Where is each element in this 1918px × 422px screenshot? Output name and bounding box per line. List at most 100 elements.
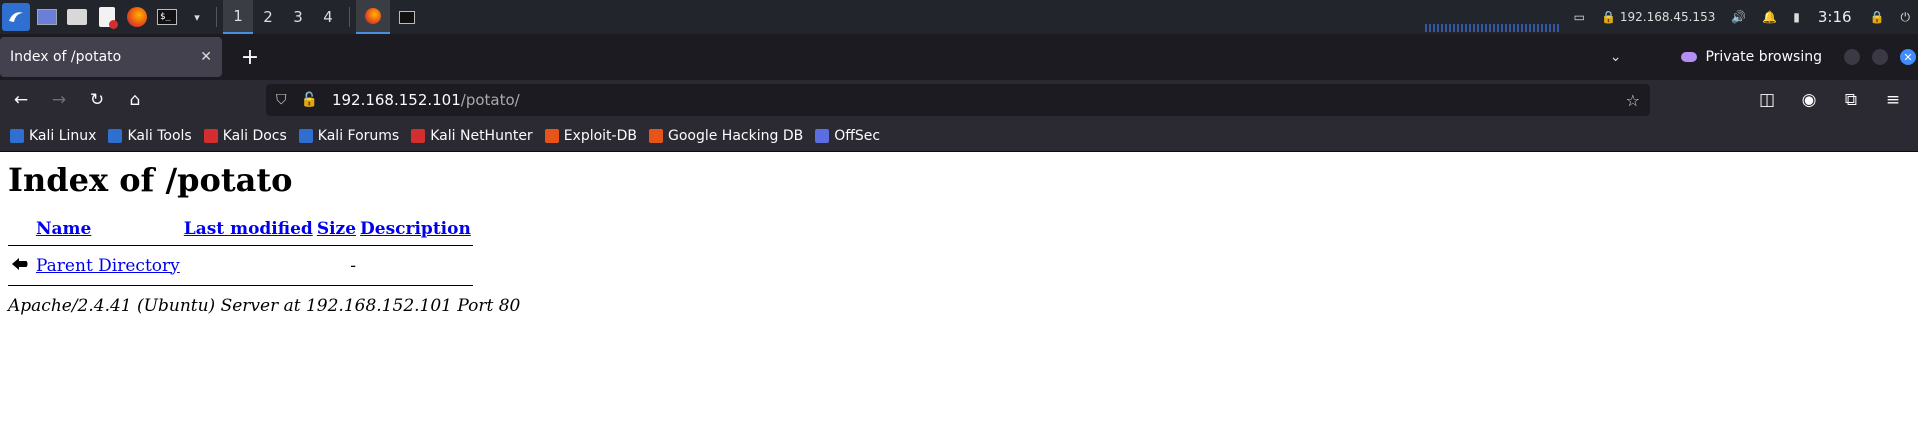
taskbar-firefox-icon[interactable] [356,0,390,34]
lock-screen-icon[interactable]: 🔒 [1870,10,1885,24]
battery-icon[interactable]: ▮ [1793,10,1800,24]
workspace-4[interactable]: 4 [313,0,343,34]
terminal-launcher-icon[interactable]: $_ [154,4,180,30]
description-column-header: Description [358,217,473,241]
back-folder-icon [8,250,34,281]
text-editor-icon[interactable] [94,4,120,30]
tab-strip: Index of /potato ✕ + ⌄ Private browsing … [0,34,1918,80]
private-browsing-indicator: Private browsing [1681,49,1822,65]
shield-icon[interactable]: ⛉ [276,92,287,108]
icon-column-header [8,217,34,241]
private-mask-icon [1681,52,1698,62]
taskbar-terminal-icon[interactable] [390,0,424,34]
workspace-3[interactable]: 3 [283,0,313,34]
reload-icon[interactable]: ↻ [80,83,114,117]
private-browsing-label: Private browsing [1705,49,1822,65]
panel-separator [349,7,350,27]
network-indicator[interactable]: 🔒 192.168.45.153 [1601,10,1715,24]
last-modified-column-header: Last modified [182,217,315,241]
url-host: 192.168.152.101 [331,91,461,109]
clock[interactable]: 3:16 [1818,8,1852,26]
bookmark-label: Kali NetHunter [430,127,533,144]
navigation-toolbar: ← → ↻ ⌂ ⛉ 🔓 192.168.152.101/potato/ ☆ ◫ … [0,80,1918,120]
bookmark-exploit-db[interactable]: Exploit-DB [544,127,637,144]
sort-by-size-link[interactable]: Size [317,219,356,239]
forward-arrow-icon[interactable]: → [42,83,76,117]
close-window-button[interactable]: ✕ [1900,49,1916,65]
connection-lock-icon[interactable]: 🔓 [301,92,318,108]
url-bar[interactable]: ⛉ 🔓 192.168.152.101/potato/ ☆ [266,84,1650,116]
bookmark-label: Exploit-DB [563,127,637,144]
bookmark-offsec[interactable]: OffSec [815,128,880,144]
table-divider-row [8,241,473,250]
volume-icon[interactable]: 🔊 [1731,10,1746,24]
kali-menu-icon[interactable] [2,3,30,31]
tab-title: Index of /potato [10,49,122,65]
show-desktop-icon[interactable] [34,4,60,30]
bookmark-kali-linux[interactable]: Kali Linux [10,128,96,144]
sort-by-name-link[interactable]: Name [36,219,91,239]
bookmark-star-icon[interactable]: ☆ [1626,91,1640,110]
new-tab-plus-icon[interactable]: + [236,45,264,70]
power-icon[interactable]: ⏻ [1901,10,1911,25]
name-column-header: Name [34,217,182,241]
list-all-tabs-chevron-icon[interactable]: ⌄ [1610,49,1622,65]
bookmarks-toolbar: Kali Linux Kali Tools Kali Docs Kali For… [0,120,1918,152]
bookmark-label: OffSec [834,127,881,144]
bookmark-kali-forums[interactable]: Kali Forums [298,127,400,144]
kali-tools-icon [108,128,123,143]
table-header-row: Name Last modified Size Description [8,217,473,241]
google-hacking-db-icon [648,128,663,143]
bookmark-label: Kali Forums [317,127,400,144]
minimize-button[interactable] [1844,49,1860,65]
panel-separator [216,7,217,27]
row-name-cell: Parent Directory [34,250,182,281]
row-description-cell [358,250,473,281]
tab-close-icon[interactable]: ✕ [200,49,212,65]
offsec-icon [815,128,830,143]
firefox-launcher-icon[interactable] [124,4,150,30]
workspace-2[interactable]: 2 [253,0,283,34]
url-path: /potato/ [460,91,520,109]
bookmark-kali-docs[interactable]: Kali Docs [203,127,287,144]
bookmark-google-hacking-db[interactable]: Google Hacking DB [648,127,804,144]
server-signature: Apache/2.4.41 (Ubuntu) Server at 192.168… [8,296,521,316]
home-icon[interactable]: ⌂ [118,83,152,117]
back-arrow-icon[interactable]: ← [4,83,38,117]
page-content: Index of /potato Name Last modified Size… [0,153,1918,422]
notification-bell-icon[interactable]: 🔔 [1762,10,1777,24]
pocket-icon[interactable]: ◫ [1750,83,1784,117]
bookmark-kali-nethunter[interactable]: Kali NetHunter [411,127,533,144]
kali-docs-icon [203,128,218,143]
table-divider [8,285,473,286]
table-row: Parent Directory - [8,250,473,281]
kali-linux-icon [10,128,24,143]
bookmark-label: Google Hacking DB [667,127,804,144]
table-divider [8,245,473,246]
account-icon[interactable]: ◉ [1792,83,1826,117]
kali-nethunter-icon [411,128,426,143]
sort-by-description-link[interactable]: Description [360,219,471,239]
hamburger-menu-icon[interactable]: ≡ [1876,83,1910,117]
row-last-modified-cell [182,250,315,281]
bookmark-label: Kali Linux [29,127,97,144]
directory-listing-table: Name Last modified Size Description Pare… [8,217,473,290]
bookmark-label: Kali Docs [222,127,287,144]
size-column-header: Size [315,217,358,241]
network-address: 192.168.45.153 [1619,10,1716,24]
vpn-lock-icon: 🔒 [1600,10,1616,24]
tab-index-of-potato[interactable]: Index of /potato ✕ [0,37,222,77]
maximize-button[interactable] [1872,49,1888,65]
sort-by-last-modified-link[interactable]: Last modified [184,219,313,239]
parent-directory-link[interactable]: Parent Directory [36,256,180,276]
launcher-chevron-down-icon[interactable]: ▾ [184,4,210,30]
table-divider-row [8,281,473,290]
extensions-icon[interactable]: ⧉ [1834,83,1868,117]
workspace-1[interactable]: 1 [223,0,253,34]
row-size-cell: - [350,255,357,276]
display-icon[interactable]: ▭ [1574,10,1585,24]
bookmark-label: Kali Tools [127,127,192,144]
file-manager-icon[interactable] [64,4,90,30]
desktop-panel: $_ ▾ 1 2 3 4 ▭ 🔒 192.168.45.153 🔊 🔔 ▮ 3:… [0,0,1918,34]
bookmark-kali-tools[interactable]: Kali Tools [108,127,192,144]
